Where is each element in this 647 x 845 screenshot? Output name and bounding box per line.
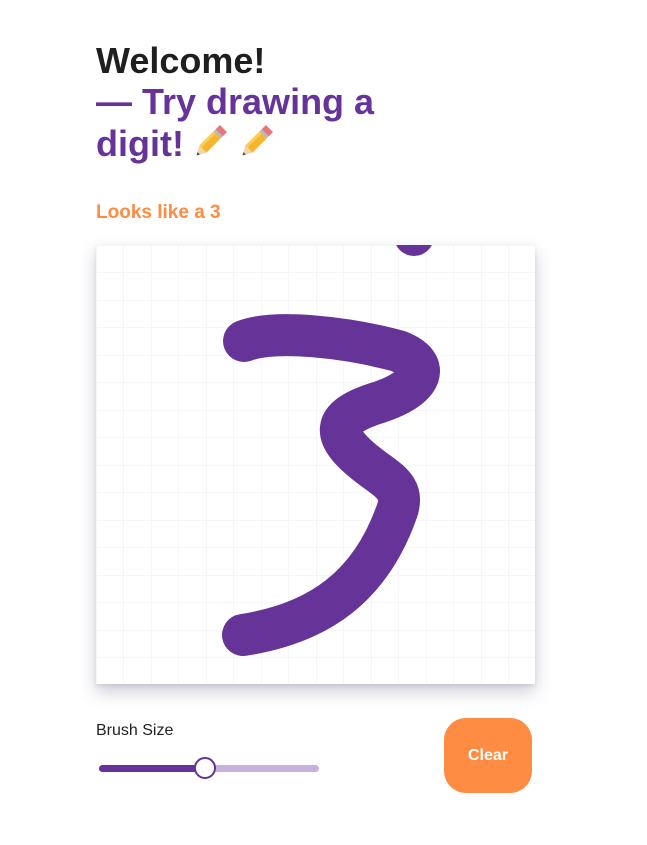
- welcome-text: Welcome!: [96, 40, 266, 81]
- pencil-icon: [236, 122, 276, 170]
- slider-fill: [99, 765, 205, 772]
- brush-size-slider[interactable]: [99, 757, 319, 780]
- clear-button[interactable]: Clear: [444, 718, 532, 793]
- prediction-label: Looks like a 3: [96, 202, 221, 223]
- drawing-canvas[interactable]: [96, 245, 535, 684]
- brush-size-label: Brush Size: [96, 722, 174, 739]
- pencil-icon: [190, 122, 230, 170]
- page-title: Welcome! — Try drawing a digit!: [96, 40, 416, 170]
- slider-thumb[interactable]: [193, 757, 216, 779]
